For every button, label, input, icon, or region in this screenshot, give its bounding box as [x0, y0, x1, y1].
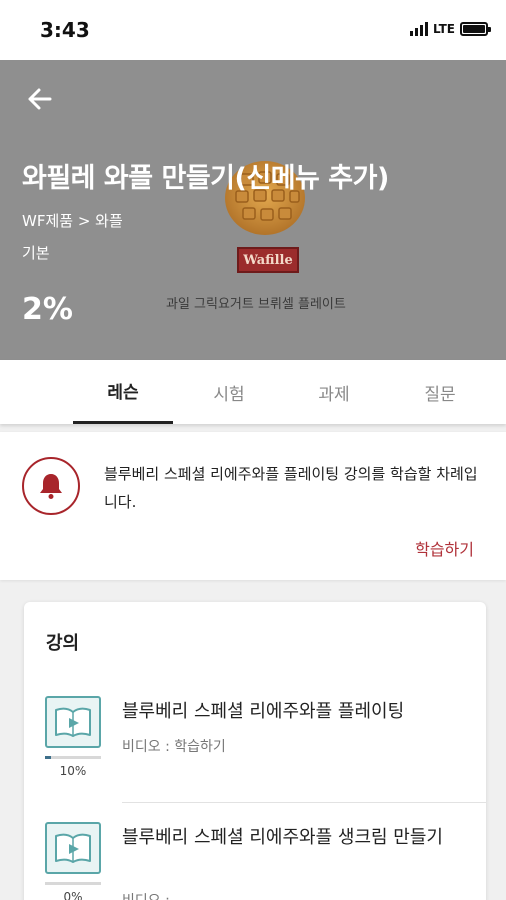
course-progress: 2%	[22, 292, 73, 327]
signal-icon	[409, 22, 428, 36]
divider	[122, 802, 486, 803]
breadcrumb: WF제품 > 와플	[22, 212, 123, 230]
network-label: LTE	[432, 22, 455, 36]
start-learning-link[interactable]: 학습하기	[415, 536, 474, 560]
lesson-title: 블루베리 스페셜 리에주와플 플레이팅	[122, 701, 405, 722]
course-hero: Wafille 와필레 와플 만들기(신메뉴 추가) WF제품 > 와플 기본 …	[0, 60, 506, 360]
lecture-item[interactable]: 0% 블루베리 스페셜 리에주와플 생크림 만들기 비디오 :	[24, 822, 486, 900]
course-tabs: 레슨 시험 과제 질문	[0, 360, 506, 424]
bell-icon	[22, 457, 80, 515]
video-book-icon	[45, 696, 101, 748]
notice-message: 블루베리 스페셜 리에주와플 플레이팅 강의를 학습할 차례입니다.	[104, 465, 478, 511]
lesson-meta: 비디오 :	[122, 890, 170, 900]
lesson-progress-label: 0%	[63, 890, 83, 900]
status-indicators: LTE	[409, 22, 491, 36]
lesson-meta: 비디오 : 학습하기	[122, 739, 226, 755]
battery-icon	[460, 22, 491, 36]
back-arrow-icon[interactable]	[24, 84, 54, 114]
lecture-item[interactable]: 10% 블루베리 스페셜 리에주와플 플레이팅 비디오 : 학습하기	[24, 696, 486, 816]
lecture-section-title: 강의	[46, 633, 80, 654]
lesson-progress-bar	[45, 756, 101, 759]
status-bar: 3:43 LTE	[0, 0, 506, 60]
course-title: 와필레 와플 만들기(신메뉴 추가)	[22, 163, 389, 194]
lecture-card: 강의 10% 블루베리 스페셜 리에주와플 플레이팅 비디오 : 학습하기 0%…	[24, 602, 486, 900]
video-book-icon	[45, 822, 101, 874]
next-lesson-notice: 블루베리 스페셜 리에주와플 플레이팅 강의를 학습할 차례입니다. 학습하기	[0, 432, 506, 580]
lesson-progress-bar	[45, 882, 101, 885]
tab-exam[interactable]: 시험	[179, 360, 279, 424]
course-level: 기본	[22, 244, 50, 262]
tab-lesson[interactable]: 레슨	[73, 360, 173, 424]
lesson-title: 블루베리 스페셜 리에주와플 생크림 만들기	[122, 827, 443, 848]
tab-question[interactable]: 질문	[390, 360, 490, 424]
image-caption: 과일 그릭요거트 브뤼셀 플레이트	[166, 297, 346, 312]
tab-assignment[interactable]: 과제	[284, 360, 384, 424]
lesson-progress-label: 10%	[59, 764, 87, 778]
brand-logo: Wafille	[237, 247, 299, 273]
status-time: 3:43	[40, 18, 90, 42]
